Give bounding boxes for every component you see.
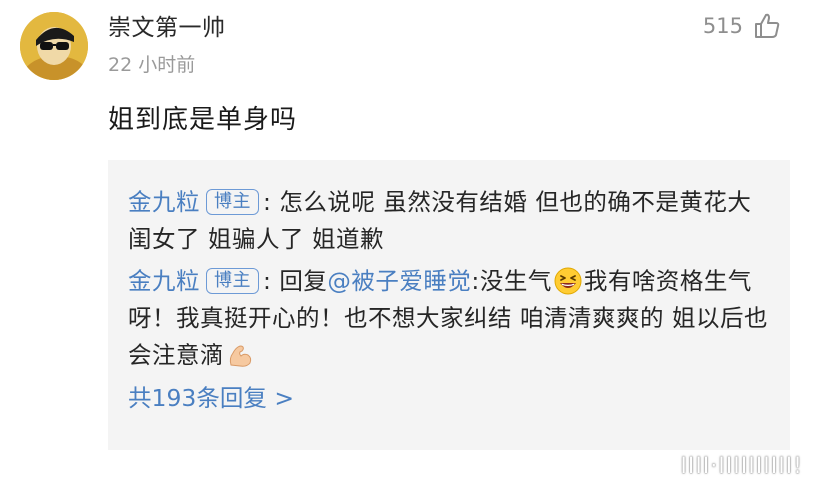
thumbs-up-icon	[755, 13, 780, 38]
reply-author[interactable]: 金九粒	[128, 267, 200, 295]
view-all-replies-link[interactable]: 共193条回复 >	[128, 378, 770, 418]
reply-item: 金九粒 博主: 回复@被子爱睡觉:没生气 我有啥资格生气呀！我真挺开心的！也不想大…	[128, 263, 770, 374]
reply-prefix: 回复	[271, 267, 328, 295]
flexed-biceps-emoji-icon	[229, 345, 252, 367]
comment-timestamp: 22 小时前	[108, 54, 196, 76]
blogger-badge: 博主	[206, 189, 259, 215]
like-count: 515	[702, 14, 743, 38]
mention-link[interactable]: @被子爱睡觉	[327, 267, 471, 295]
reply-thread[interactable]: 金九粒 博主: 怎么说呢 虽然没有结婚 但也的确不是黄花大闺女了 姐骗人了 姐道歉…	[108, 160, 790, 450]
reply-item: 金九粒 博主: 怎么说呢 虽然没有结婚 但也的确不是黄花大闺女了 姐骗人了 姐道歉	[128, 184, 770, 258]
author-name[interactable]: 崇文第一帅	[108, 14, 226, 42]
reply-text-part-a: :没生气	[471, 267, 552, 295]
watermark: IIII·IIIIIIIIII!	[680, 454, 803, 479]
comment-text: 姐到底是单身吗	[108, 105, 298, 135]
reply-author[interactable]: 金九粒	[128, 188, 200, 216]
like-button[interactable]: 515	[703, 12, 781, 40]
avatar-image	[20, 12, 88, 80]
avatar[interactable]	[20, 12, 88, 80]
blogger-badge: 博主	[206, 268, 259, 294]
grinning-squint-emoji-icon	[554, 267, 582, 295]
comment-card: 崇文第一帅 22 小时前 515 姐到底是单身吗 金九粒 博主: 怎么说呢 虽然没…	[0, 0, 817, 489]
